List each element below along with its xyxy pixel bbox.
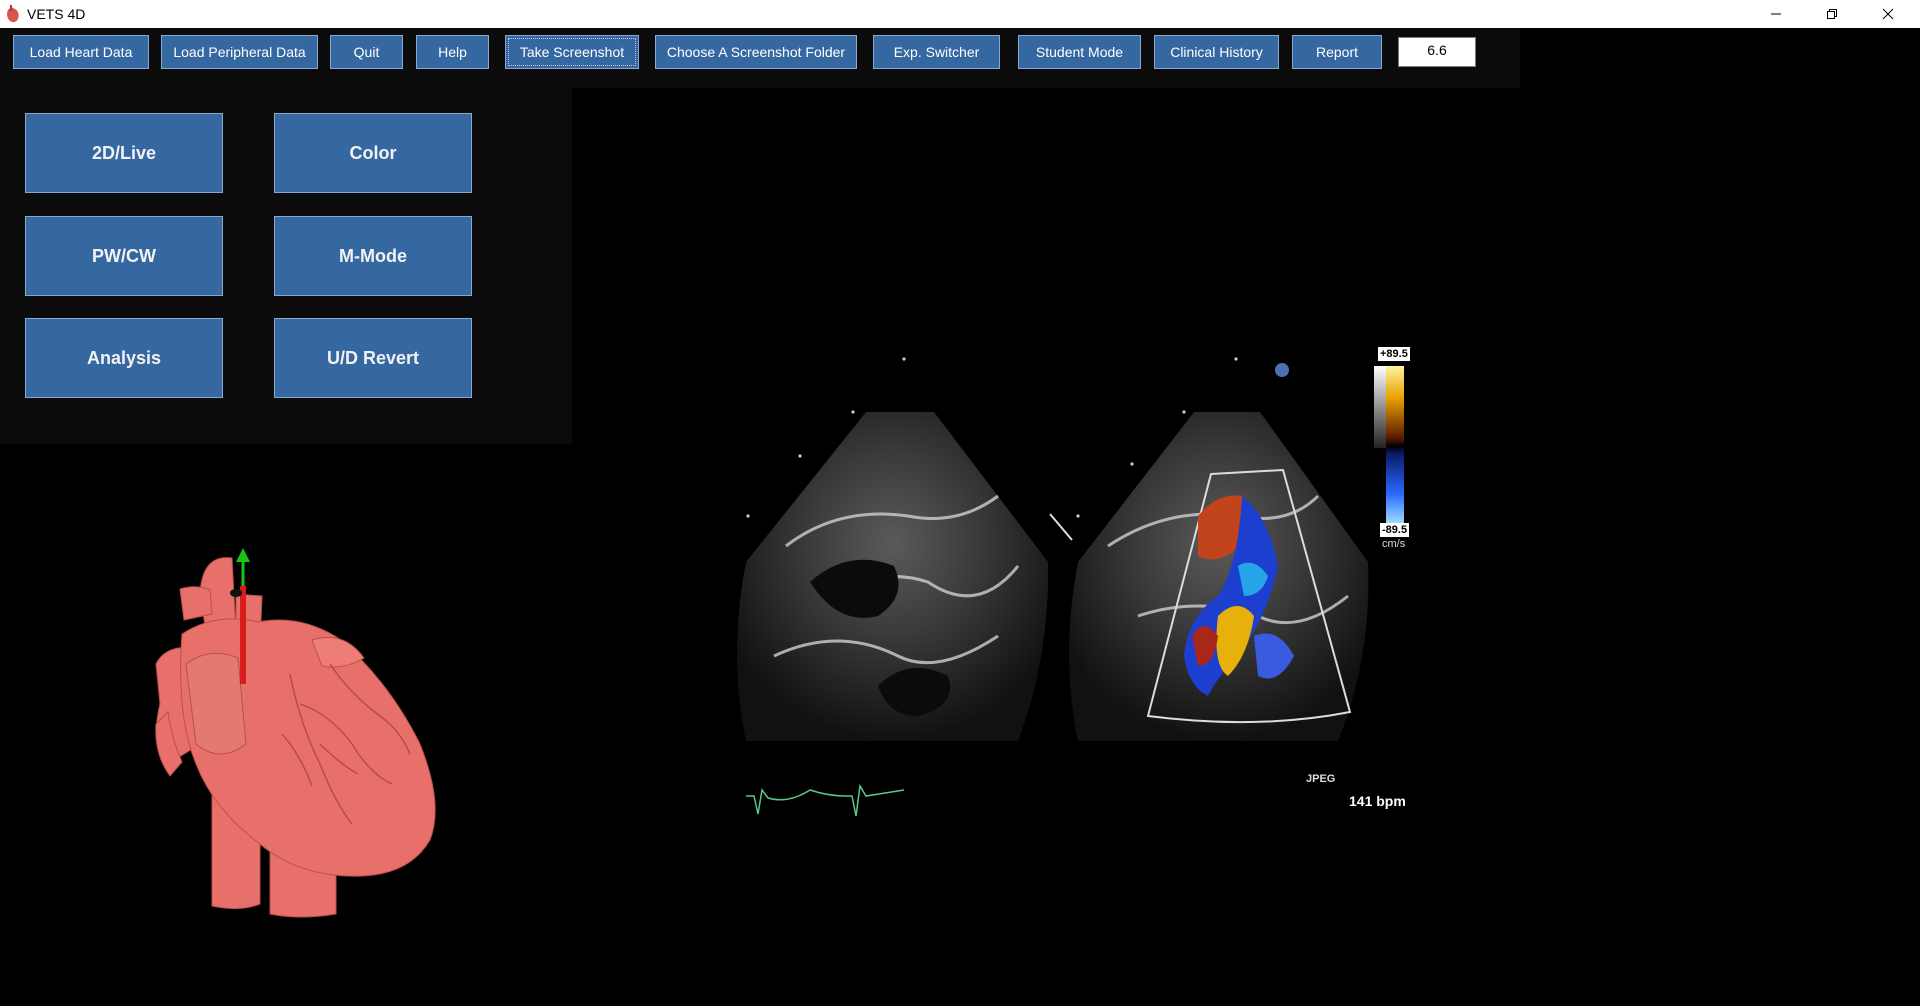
close-icon [1882, 8, 1894, 20]
load-peripheral-data-button[interactable]: Load Peripheral Data [161, 35, 318, 69]
exp-switcher-button[interactable]: Exp. Switcher [873, 35, 1000, 69]
minimize-button[interactable] [1748, 0, 1804, 28]
restore-icon [1827, 9, 1837, 19]
load-heart-data-button[interactable]: Load Heart Data [13, 35, 149, 69]
clinical-history-button[interactable]: Clinical History [1154, 35, 1279, 69]
quit-button[interactable]: Quit [330, 35, 403, 69]
help-button[interactable]: Help [416, 35, 489, 69]
analysis-button[interactable]: Analysis [25, 318, 223, 398]
value-input[interactable]: 6.6 [1398, 37, 1476, 67]
m-mode-button[interactable]: M-Mode [274, 216, 472, 296]
color-button[interactable]: Color [274, 113, 472, 193]
window-title: VETS 4D [27, 6, 86, 22]
minimize-icon [1771, 13, 1781, 15]
heart-rate-label: 141 bpm [1349, 793, 1406, 809]
close-button[interactable] [1860, 0, 1916, 28]
take-screenshot-button[interactable]: Take Screenshot [505, 35, 639, 69]
restore-button[interactable] [1804, 0, 1860, 28]
report-button[interactable]: Report [1292, 35, 1382, 69]
pw-cw-button[interactable]: PW/CW [25, 216, 223, 296]
ultrasound-image [737, 357, 1404, 817]
heart-model-icon [155, 548, 436, 918]
image-format-label: JPEG [1306, 773, 1336, 785]
color-scale-unit: cm/s [1382, 538, 1406, 550]
echo-viewer[interactable] [578, 96, 1520, 1001]
heart-model-view[interactable] [0, 444, 572, 1001]
ud-revert-button[interactable]: U/D Revert [274, 318, 472, 398]
student-mode-button[interactable]: Student Mode [1018, 35, 1141, 69]
2d-live-button[interactable]: 2D/Live [25, 113, 223, 193]
title-bar: VETS 4D [0, 0, 1920, 28]
heart-app-icon [7, 5, 19, 23]
color-scale-min: -89.5 [1380, 523, 1410, 537]
choose-screenshot-folder-button[interactable]: Choose A Screenshot Folder [655, 35, 857, 69]
color-scale-max: +89.5 [1378, 347, 1410, 361]
